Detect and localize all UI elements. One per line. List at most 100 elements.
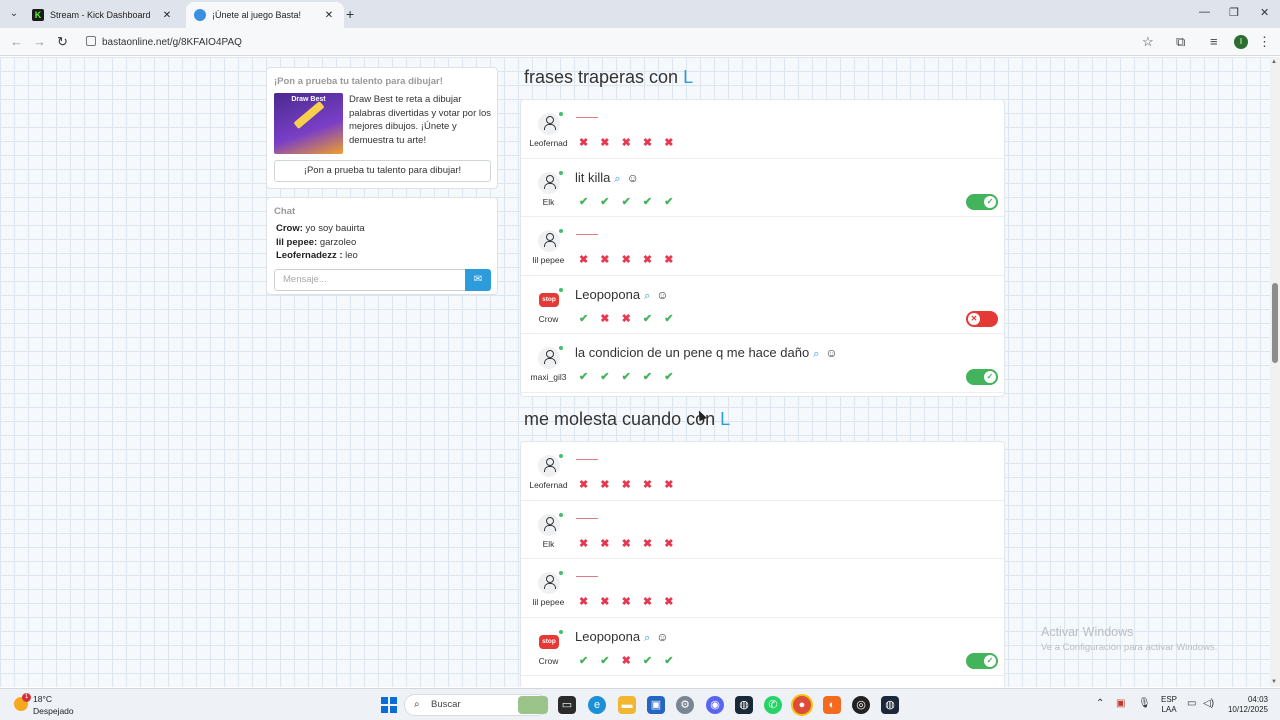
chat-text: yo soy bauirta (302, 223, 365, 234)
restore-icon[interactable]: ❐ (1229, 6, 1239, 19)
steam-secondary-icon[interactable]: ◍ (881, 696, 899, 714)
tray-chevron-up-icon[interactable]: ⌃ (1096, 698, 1104, 709)
emoji-react-icon[interactable]: ☺ (825, 346, 837, 360)
recording-app-icon[interactable]: ◐ (823, 696, 841, 714)
check-icon: ✔ (642, 371, 653, 383)
tab-list-chevron-icon[interactable]: ⌄ (6, 6, 22, 22)
whatsapp-icon[interactable]: ✆ (764, 696, 782, 714)
tray-app-icon[interactable]: ▣ (1116, 698, 1125, 709)
kick-favicon-icon: K (32, 9, 44, 21)
file-explorer-icon[interactable]: ▬ (618, 696, 636, 714)
site-info-icon[interactable] (86, 36, 96, 46)
chat-card: Chat Crow: yo soy bauirta lil pepee: gar… (266, 197, 498, 295)
chat-message: Crow: yo soy bauirta (276, 223, 365, 234)
extensions-icon[interactable]: ⧉ (1176, 34, 1185, 50)
search-icon[interactable]: ⌕ (644, 290, 650, 302)
user-avatar-icon (538, 455, 560, 477)
weather-description: Despejado (33, 706, 74, 716)
online-status-dot (559, 571, 563, 575)
volume-icon[interactable]: ◁) (1203, 698, 1214, 709)
empty-answer-dash (576, 576, 598, 577)
discord-icon[interactable]: ◉ (706, 696, 724, 714)
task-view-icon[interactable]: ▭ (558, 696, 576, 714)
category-letter: L (683, 67, 694, 87)
send-message-button[interactable]: ✉ (465, 269, 491, 291)
scrollbar-thumb[interactable] (1272, 283, 1278, 363)
user-avatar-icon (538, 230, 560, 252)
check-icon: ✔ (664, 195, 674, 208)
paintbrush-icon (293, 101, 325, 129)
layout-code: LAA (1161, 705, 1177, 714)
menu-kebab-icon[interactable]: ⋮ (1258, 34, 1271, 50)
scroll-up-icon[interactable]: ▲ (1271, 59, 1277, 65)
back-arrow-icon[interactable]: ← (10, 34, 23, 49)
vote-marks: ✔ ✔ ✔ ✔ ✔ (579, 370, 685, 383)
scroll-down-icon[interactable]: ▼ (1271, 679, 1277, 685)
category-title: frases traperas con L (524, 67, 693, 88)
tab-kick-dashboard[interactable]: K Stream - Kick Dashboard ✕ (24, 2, 182, 28)
online-status-dot (559, 629, 563, 634)
draw-best-image[interactable]: Draw Best (274, 93, 343, 154)
cross-icon: ✖ (579, 137, 589, 149)
media-controls-icon[interactable]: ≡ (1210, 34, 1218, 49)
steam-icon[interactable]: ◍ (735, 696, 753, 714)
answer-valid-toggle[interactable]: ✓ (966, 652, 998, 669)
store-icon[interactable]: ▣ (647, 696, 665, 714)
microphone-icon[interactable]: 🎙︎ (1138, 698, 1151, 709)
search-icon[interactable]: ⌕ (644, 632, 650, 644)
answer-row: stop Crow Leopopona ⌕ ☺ ✔ ✖ ✖ ✔ ✔ ✕ (521, 276, 1004, 334)
minimize-icon[interactable]: — (1199, 6, 1210, 18)
reload-icon[interactable]: ↻ (57, 34, 68, 50)
chat-message-input[interactable]: Mensaje... (274, 269, 466, 291)
answer-text: Leopopona (575, 628, 641, 644)
emoji-react-icon[interactable]: ☺ (656, 288, 668, 302)
forward-arrow-icon[interactable]: → (33, 34, 46, 49)
promo-button[interactable]: ¡Pon a prueba tu talento para dibujar! (274, 160, 491, 182)
answer-text: Leopopona (575, 286, 641, 302)
url-field[interactable]: bastaonline.net/g/8KFAIO4PAQ (86, 36, 242, 48)
answer-valid-toggle[interactable]: ✕ (966, 310, 998, 327)
check-icon: ✔ (664, 371, 674, 383)
person-icon (544, 516, 556, 531)
search-highlight-icon (518, 696, 548, 714)
close-tab-icon[interactable]: ✕ (322, 10, 336, 21)
new-tab-plus-icon[interactable]: + (346, 6, 354, 22)
cross-icon: ✖ (579, 254, 589, 266)
person-icon (544, 116, 556, 130)
search-icon[interactable]: ⌕ (614, 173, 620, 185)
obs-icon[interactable]: ◎ (852, 696, 870, 714)
vote-marks: ✖ ✖ ✖ ✖ ✖ (579, 537, 685, 550)
cross-icon: ✖ (600, 137, 610, 149)
player-name: Elk (542, 196, 555, 207)
emoji-react-icon[interactable]: ☺ (656, 630, 668, 644)
answer-valid-toggle[interactable]: ✓ (966, 369, 998, 385)
cross-icon: ✖ (600, 254, 610, 266)
user-avatar-icon (538, 347, 560, 369)
cross-icon: ✖ (579, 537, 589, 550)
close-tab-icon[interactable]: ✕ (160, 10, 174, 21)
tab-title: Stream - Kick Dashboard (50, 10, 151, 20)
chrome-icon[interactable]: ● (793, 696, 811, 714)
answer-valid-toggle[interactable]: ✓ (966, 193, 998, 210)
windows-start-icon[interactable] (381, 697, 397, 713)
answer-text-container: lit killa ⌕ ☺ (575, 170, 639, 186)
keyboard-language[interactable]: ESP LAA (1161, 695, 1177, 715)
bookmark-star-icon[interactable]: ☆ (1142, 34, 1154, 50)
edge-icon[interactable]: e (588, 696, 606, 714)
window-close-icon[interactable]: ✕ (1260, 6, 1269, 19)
page-scrollbar[interactable]: ▲ ▼ (1270, 57, 1280, 687)
player-name: Leofernad (529, 138, 568, 148)
check-icon: ✔ (600, 654, 610, 667)
network-icon[interactable]: ▭ (1187, 698, 1196, 709)
cross-icon: ✖ (600, 537, 610, 550)
system-clock[interactable]: 04:03 10/12/2025 (1222, 695, 1268, 715)
settings-gear-icon[interactable]: ⚙ (676, 696, 694, 714)
search-icon[interactable]: ⌕ (813, 348, 819, 360)
user-avatar-icon (538, 113, 560, 135)
tab-basta[interactable]: ¡Únete al juego Basta! ✕ (186, 2, 344, 28)
cross-icon: ✖ (621, 654, 631, 667)
emoji-react-icon[interactable]: ☺ (627, 171, 639, 185)
toggle-check-icon: ✓ (984, 195, 996, 208)
profile-avatar[interactable]: I (1234, 35, 1248, 49)
cross-icon: ✖ (621, 137, 631, 149)
